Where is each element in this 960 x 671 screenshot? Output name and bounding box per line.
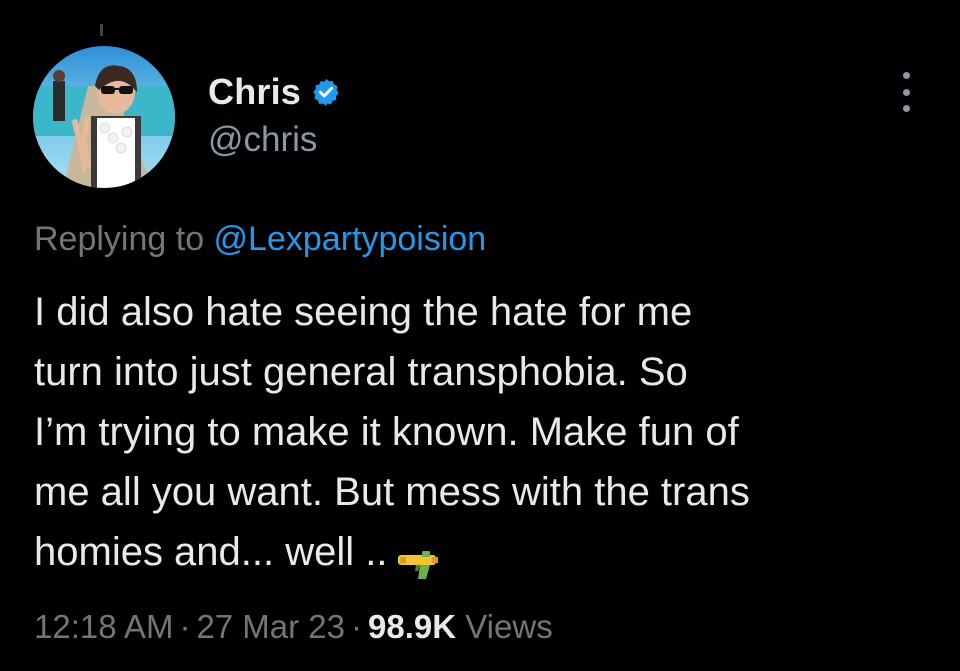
tweet-text-line: homies and... well .. bbox=[34, 530, 388, 574]
tweet-text-line: me all you want. But mess with the trans bbox=[34, 470, 750, 514]
more-dot bbox=[902, 105, 910, 112]
tweet-text-line: turn into just general transphobia. So bbox=[34, 350, 688, 394]
author-display-name[interactable]: Chris bbox=[208, 71, 301, 113]
meta-separator: · bbox=[179, 608, 191, 645]
tweet-text-line: I did also hate seeing the hate for me bbox=[34, 290, 693, 334]
meta-separator: · bbox=[351, 608, 363, 645]
avatar-photo-icon bbox=[33, 46, 175, 188]
water-pistol-emoji-icon bbox=[396, 538, 440, 580]
more-dot bbox=[902, 72, 910, 79]
more-options-icon[interactable] bbox=[893, 72, 919, 112]
tweet-text-line: I’m trying to make it known. Make fun of bbox=[34, 410, 739, 454]
reply-mention-link[interactable]: @Lexpartypoision bbox=[214, 220, 487, 258]
tweet-text: I did also hate seeing the hate for me t… bbox=[34, 282, 934, 582]
tweet-time[interactable]: 12:18 AM bbox=[34, 608, 173, 645]
status-indicator bbox=[100, 24, 103, 36]
author-handle[interactable]: @chris bbox=[208, 120, 317, 160]
tweet-text-line-last: homies and... well .. bbox=[34, 522, 934, 582]
views-label: Views bbox=[456, 608, 553, 645]
more-dot bbox=[902, 88, 910, 96]
tweet-date[interactable]: 27 Mar 23 bbox=[196, 608, 345, 645]
tweet-meta: 12:18 AM · 27 Mar 23 · 98.9K Views bbox=[34, 608, 553, 646]
verified-badge-icon bbox=[311, 77, 341, 107]
replying-to-prefix: Replying to bbox=[34, 220, 214, 258]
replying-to: Replying to @Lexpartypoision bbox=[34, 220, 486, 259]
avatar[interactable] bbox=[33, 46, 175, 188]
author-name-row[interactable]: Chris bbox=[208, 68, 341, 116]
tweet-card: Chris @chris Replying to @Lexpartypoisio… bbox=[0, 0, 960, 671]
views-count[interactable]: 98.9K bbox=[368, 608, 456, 645]
